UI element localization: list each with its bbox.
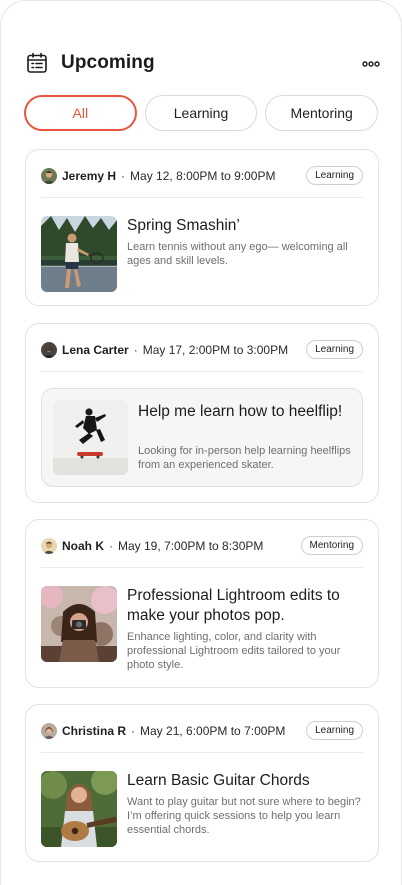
category-badge: Mentoring: [300, 536, 363, 555]
calendar-icon: [25, 51, 49, 75]
avatar: [41, 723, 57, 739]
session-title: Professional Lightroom edits to make you…: [127, 587, 340, 624]
session-card[interactable]: Jeremy H · May 12, 8:00PM to 9:00PM Lear…: [25, 149, 379, 306]
page-title: Upcoming: [61, 52, 155, 73]
divider: [41, 752, 363, 753]
session-header: Christina R · May 21, 6:00PM to 7:00PM L…: [41, 721, 363, 741]
avatar: [41, 342, 57, 358]
session-card[interactable]: Christina R · May 21, 6:00PM to 7:00PM L…: [25, 704, 379, 862]
session-body-highlight: Help me learn how to heelflip! Looking f…: [41, 388, 363, 487]
session-title: Spring Smashin’: [127, 217, 240, 234]
divider: [41, 197, 363, 198]
tab-learning[interactable]: Learning: [144, 95, 258, 131]
session-body: Professional Lightroom edits to make you…: [41, 586, 363, 671]
session-time: May 17, 2:00PM to 3:00PM: [142, 343, 289, 357]
session-time: May 12, 8:00PM to 9:00PM: [130, 169, 276, 183]
upcoming-panel: Upcoming All Learning Mentoring Jeremy H…: [0, 0, 402, 885]
separator-dot: ·: [109, 539, 113, 553]
session-body: Learn Basic Guitar Chords Want to play g…: [41, 771, 363, 847]
session-time: May 21, 6:00PM to 7:00PM: [140, 724, 286, 738]
session-header: Lena Carter · May 17, 2:00PM to 3:00PM L…: [41, 340, 363, 360]
separator-dot: ·: [121, 169, 126, 183]
category-badge: Learning: [306, 721, 363, 740]
session-card[interactable]: Lena Carter · May 17, 2:00PM to 3:00PM L…: [25, 323, 379, 503]
avatar: [41, 168, 57, 184]
host-name: Lena Carter: [62, 343, 129, 357]
divider: [41, 567, 363, 568]
host-name: Noah K: [62, 539, 104, 553]
session-title: Help me learn how to heelflip!: [138, 403, 343, 420]
upcoming-header: Upcoming: [25, 50, 381, 76]
guitar-player-photo: [41, 771, 117, 847]
session-description: Learn tennis without any ego— welcoming …: [127, 241, 348, 267]
session-header: Jeremy H · May 12, 8:00PM to 9:00PM Lear…: [41, 166, 363, 186]
divider: [41, 371, 363, 372]
category-badge: Learning: [306, 166, 363, 185]
session-time: May 19, 7:00PM to 8:30PM: [118, 539, 264, 553]
tennis-player-photo: [41, 216, 117, 292]
more-options-button[interactable]: [361, 55, 381, 71]
host-name: Jeremy H: [62, 169, 117, 183]
tab-all[interactable]: All: [24, 95, 137, 131]
session-header: Noah K · May 19, 7:00PM to 8:30PM Mentor…: [41, 536, 363, 556]
photographer-photo: [41, 586, 117, 662]
filter-tabs: All Learning Mentoring: [24, 95, 379, 132]
session-description: Enhance lighting, color, and clarity wit…: [127, 631, 341, 671]
skateboard-jump-photo: [53, 400, 128, 475]
session-description: Looking for in-person help learning heel…: [138, 445, 351, 471]
session-title: Learn Basic Guitar Chords: [127, 772, 310, 789]
tab-mentoring[interactable]: Mentoring: [265, 95, 379, 131]
separator-dot: ·: [133, 343, 138, 357]
session-card[interactable]: Noah K · May 19, 7:00PM to 8:30PM Mentor…: [25, 519, 379, 688]
category-badge: Learning: [306, 340, 363, 359]
avatar: [41, 538, 57, 554]
more-dots-icon: [362, 54, 380, 72]
separator-dot: ·: [131, 724, 136, 738]
session-body: Spring Smashin’ Learn tennis without any…: [41, 216, 363, 292]
host-name: Christina R: [62, 724, 127, 738]
session-description: Want to play guitar but not sure where t…: [127, 796, 361, 836]
